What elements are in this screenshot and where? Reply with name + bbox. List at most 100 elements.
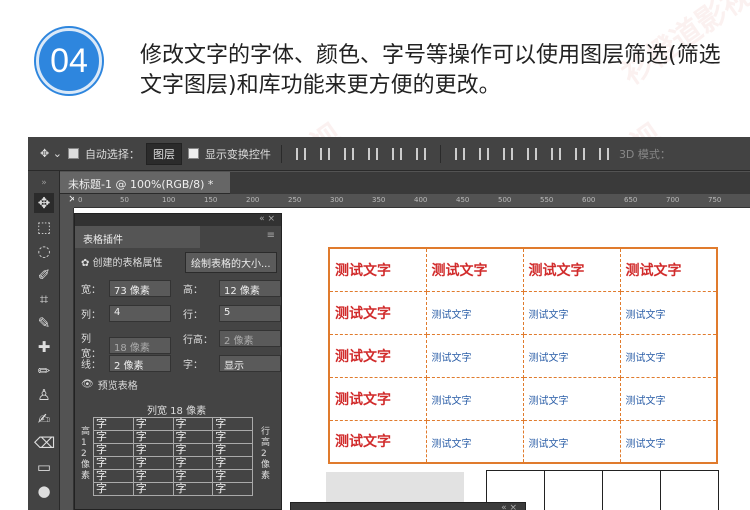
- distribute-right-icon[interactable]: [574, 147, 585, 160]
- step-number-badge: 04: [36, 28, 102, 94]
- document-tab[interactable]: 未标题-1 @ 100%(RGB/8) * ×: [60, 172, 230, 205]
- table-cell: 测试文字: [522, 290, 621, 335]
- draw-table-size-button[interactable]: 绘制表格的大小...: [185, 252, 277, 273]
- header-cell-text: 测试文字: [431, 262, 488, 279]
- 3d-mode-label: 3D 模式：: [618, 147, 671, 161]
- eyedropper-tool-icon[interactable]: ✎: [34, 313, 54, 333]
- preview-cell: 字: [93, 417, 134, 431]
- distribute-hcenter-icon[interactable]: [550, 147, 561, 160]
- preview-cell: 字: [132, 417, 174, 431]
- secondary-panel-header[interactable]: « ×: [290, 502, 526, 510]
- table-row: 测试文字 测试文字 测试文字 测试文字: [328, 419, 718, 464]
- char-label: 字：: [183, 360, 203, 371]
- preview-cell: 字: [172, 417, 214, 431]
- auto-select-label: 自动选择：: [84, 147, 140, 161]
- show-transform-label: 显示变换控件: [204, 147, 271, 161]
- table-row: 测试文字 测试文字 测试文字 测试文字: [328, 333, 718, 378]
- marquee-tool-icon[interactable]: ⬚: [34, 217, 54, 237]
- panel-menu-icon[interactable]: ≡: [267, 230, 275, 241]
- ruler-tick-label: 700: [666, 196, 680, 204]
- preview-row: 字字字字: [93, 482, 253, 496]
- auto-select-dropdown[interactable]: 图层: [145, 142, 182, 165]
- move-tool-icon[interactable]: ✥: [34, 193, 54, 213]
- table-cell: 测试文字: [425, 247, 524, 292]
- quick-select-tool-icon[interactable]: ✐: [34, 265, 54, 285]
- table-cell: 测试文字: [522, 419, 621, 464]
- table-cell: 测试文字: [619, 247, 718, 292]
- width-label: 宽：: [81, 285, 101, 296]
- table-cell: 测试文字: [522, 247, 621, 292]
- lasso-tool-icon[interactable]: ◌: [34, 241, 54, 261]
- cell-text: 测试文字: [431, 310, 472, 321]
- ruler-tick-label: 50: [120, 196, 129, 204]
- align-hcenter-icon[interactable]: [391, 147, 402, 160]
- col-width-field[interactable]: 18 像素: [109, 336, 171, 354]
- preview-col-width: 列宽 18 像素: [147, 406, 207, 417]
- panel-controls[interactable]: « ×: [75, 214, 281, 226]
- preview-label: 预览表格: [97, 381, 138, 392]
- table-cell: 测试文字: [328, 419, 427, 464]
- preview-cell: 字: [212, 469, 253, 483]
- height-label: 高：: [183, 285, 203, 296]
- blur-tool-icon[interactable]: ●: [34, 481, 54, 501]
- align-vcenter-icon[interactable]: [319, 147, 330, 160]
- align-bottom-icon[interactable]: [343, 147, 354, 160]
- crop-tool-icon[interactable]: ⌗: [34, 289, 54, 309]
- rows-label: 行：: [183, 310, 203, 321]
- row-height-label: 行高：: [183, 335, 213, 346]
- distribute-top-icon[interactable]: [454, 147, 465, 160]
- distribute-left-icon[interactable]: [526, 147, 537, 160]
- row-height-field[interactable]: 2 像素: [219, 330, 281, 347]
- gradient-tool-icon[interactable]: ▭: [34, 457, 54, 477]
- ruler-tick-label: 150: [204, 196, 218, 204]
- ruler-tick-label: 550: [540, 196, 554, 204]
- row-label-text: 测试文字: [335, 305, 391, 322]
- distribute-vcenter-icon[interactable]: [478, 147, 489, 160]
- ruler-tick-label: 200: [246, 196, 260, 204]
- vertical-ruler: [60, 208, 74, 510]
- char-select[interactable]: 显示: [219, 355, 281, 372]
- preview-cell: 字: [172, 443, 214, 457]
- show-transform-checkbox[interactable]: [187, 148, 199, 159]
- preview-cell: 字: [172, 430, 214, 444]
- expand-icon[interactable]: »: [34, 173, 54, 193]
- row-label-text: 测试文字: [335, 434, 391, 451]
- header-cell-text: 测试文字: [528, 262, 585, 279]
- tab-table-plugin[interactable]: 表格插件: [75, 226, 200, 248]
- preview-row: 字字字字: [93, 430, 253, 444]
- preview-cell: 字: [132, 482, 174, 496]
- align-top-icon[interactable]: [295, 147, 306, 160]
- cols-field[interactable]: 4: [109, 305, 171, 322]
- table-preview: 字字字字字字字字字字字字字字字字字字字字字字字字: [93, 417, 253, 496]
- row-label-text: 测试文字: [335, 391, 391, 408]
- eye-icon[interactable]: 👁: [81, 379, 94, 390]
- preview-row: 字字字字: [93, 417, 253, 431]
- cell-text: 测试文字: [625, 396, 666, 407]
- align-left-icon[interactable]: [367, 147, 378, 160]
- table-cell: 测试文字: [425, 376, 524, 421]
- toolbar-divider: [280, 144, 282, 163]
- height-field[interactable]: 12 像素: [219, 280, 281, 297]
- cell-text: 测试文字: [431, 438, 472, 450]
- auto-select-checkbox[interactable]: [67, 148, 79, 159]
- preview-right-label: 行高 2 像素: [261, 427, 271, 481]
- cell-text: 测试文字: [528, 438, 569, 450]
- cell-text: 测试文字: [431, 353, 472, 364]
- tab-strip: [230, 172, 750, 194]
- rows-field[interactable]: 5: [219, 305, 281, 322]
- move-tool-icon[interactable]: ✥ ⌄: [40, 147, 62, 160]
- brush-tool-icon[interactable]: ✏: [34, 361, 54, 381]
- eraser-tool-icon[interactable]: ⌫: [34, 433, 55, 453]
- history-brush-tool-icon[interactable]: ✍: [34, 409, 54, 429]
- width-field[interactable]: 73 像素: [109, 280, 171, 297]
- line-field[interactable]: 2 像素: [109, 355, 171, 372]
- align-right-icon[interactable]: [415, 147, 426, 160]
- distribute-bottom-icon[interactable]: [502, 147, 513, 160]
- ruler-tick-label: 250: [288, 196, 302, 204]
- photoshop-window: ✥ ⌄ 自动选择： 图层 显示变换控件 3D 模式： 未标题-1 @ 100%(…: [28, 137, 750, 510]
- healing-tool-icon[interactable]: ✚: [34, 337, 54, 357]
- stamp-tool-icon[interactable]: ♙: [34, 385, 54, 405]
- preview-cell: 字: [132, 430, 174, 444]
- auto-align-icon[interactable]: [598, 147, 609, 160]
- preview-cell: 字: [212, 430, 253, 444]
